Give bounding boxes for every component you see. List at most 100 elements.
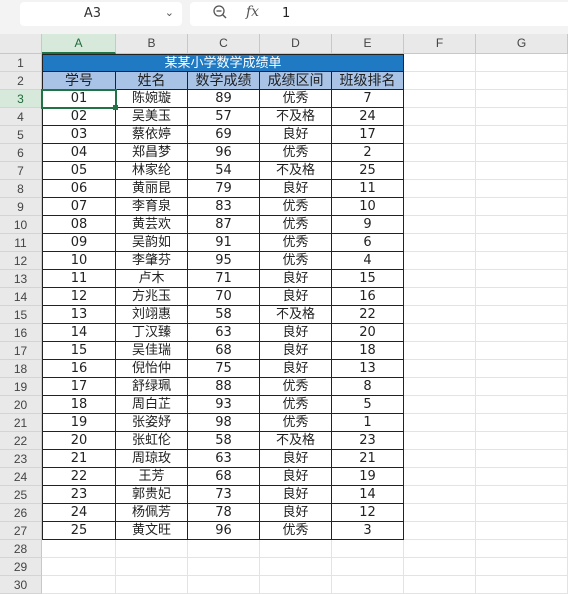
table-cell[interactable]: 优秀 [260, 522, 332, 540]
spreadsheet-grid[interactable]: A B C D E F G 1 2 3 4 5 6 7 8 9 10 11 12 13 14 15 16 17 18 19 20 21… [0, 34, 568, 594]
table-cell[interactable]: 良好 [260, 342, 332, 360]
table-cell[interactable]: 5 [332, 396, 404, 414]
column-title-cell[interactable]: 数学成绩 [188, 72, 260, 90]
table-cell[interactable]: 良好 [260, 180, 332, 198]
table-cell[interactable]: 58 [188, 306, 260, 324]
table-cell[interactable]: 96 [188, 522, 260, 540]
column-header-g[interactable]: G [476, 34, 568, 54]
table-cell[interactable]: 11 [332, 180, 404, 198]
table-cell[interactable]: 良好 [260, 324, 332, 342]
row-header-1[interactable]: 1 [0, 54, 42, 72]
row-header-18[interactable]: 18 [0, 360, 42, 378]
table-cell[interactable]: 张虹伦 [116, 432, 188, 450]
row-header-20[interactable]: 20 [0, 396, 42, 414]
table-cell[interactable]: 89 [188, 90, 260, 108]
table-cell[interactable]: 李育泉 [116, 198, 188, 216]
row-header-24[interactable]: 24 [0, 468, 42, 486]
table-cell[interactable]: 良好 [260, 504, 332, 522]
table-cell[interactable]: 丁汉臻 [116, 324, 188, 342]
table-cell[interactable]: 78 [188, 504, 260, 522]
table-cell[interactable]: 21 [42, 450, 116, 468]
table-cell[interactable]: 73 [188, 486, 260, 504]
table-cell[interactable]: 8 [332, 378, 404, 396]
column-header-b[interactable]: B [116, 34, 188, 54]
table-cell[interactable]: 25 [332, 162, 404, 180]
table-cell[interactable]: 周白芷 [116, 396, 188, 414]
table-cell[interactable]: 24 [332, 108, 404, 126]
table-cell[interactable]: 19 [42, 414, 116, 432]
table-cell[interactable]: 13 [42, 306, 116, 324]
row-header-28[interactable]: 28 [0, 540, 42, 558]
row-header-5[interactable]: 5 [0, 126, 42, 144]
column-header-a[interactable]: A [42, 34, 116, 54]
table-cell[interactable]: 68 [188, 468, 260, 486]
row-header-6[interactable]: 6 [0, 144, 42, 162]
row-header-8[interactable]: 8 [0, 180, 42, 198]
table-cell[interactable]: 倪怡仲 [116, 360, 188, 378]
table-cell[interactable]: 15 [332, 270, 404, 288]
table-cell[interactable]: 16 [332, 288, 404, 306]
table-cell[interactable]: 郑昌梦 [116, 144, 188, 162]
column-header-d[interactable]: D [260, 34, 332, 54]
table-cell[interactable]: 2 [332, 144, 404, 162]
row-header-10[interactable]: 10 [0, 216, 42, 234]
table-cell[interactable]: 吴美玉 [116, 108, 188, 126]
active-cell-selection[interactable] [41, 89, 117, 109]
row-header-27[interactable]: 27 [0, 522, 42, 540]
table-cell[interactable]: 25 [42, 522, 116, 540]
table-cell[interactable]: 22 [42, 468, 116, 486]
table-cell[interactable]: 71 [188, 270, 260, 288]
table-cell[interactable]: 10 [332, 198, 404, 216]
table-cell[interactable]: 陈婉璇 [116, 90, 188, 108]
table-cell[interactable]: 93 [188, 396, 260, 414]
table-cell[interactable]: 04 [42, 144, 116, 162]
table-cell[interactable]: 舒绿珮 [116, 378, 188, 396]
table-cell[interactable]: 57 [188, 108, 260, 126]
table-cell[interactable]: 14 [42, 324, 116, 342]
name-box[interactable]: A3 ⌄ [20, 2, 182, 26]
table-cell[interactable]: 卢木 [116, 270, 188, 288]
table-cell[interactable]: 林家纶 [116, 162, 188, 180]
select-all-corner[interactable] [0, 34, 42, 54]
row-header-12[interactable]: 12 [0, 252, 42, 270]
table-cell[interactable]: 优秀 [260, 378, 332, 396]
table-cell[interactable]: 良好 [260, 450, 332, 468]
table-cell[interactable]: 83 [188, 198, 260, 216]
column-title-cell[interactable]: 班级排名 [332, 72, 404, 90]
column-title-cell[interactable]: 姓名 [116, 72, 188, 90]
table-cell[interactable]: 6 [332, 234, 404, 252]
table-cell[interactable]: 20 [332, 324, 404, 342]
table-cell[interactable]: 杨佩芳 [116, 504, 188, 522]
table-cell[interactable]: 刘翊惠 [116, 306, 188, 324]
row-header-22[interactable]: 22 [0, 432, 42, 450]
table-cell[interactable]: 18 [332, 342, 404, 360]
table-cell[interactable]: 良好 [260, 288, 332, 306]
table-cell[interactable]: 优秀 [260, 396, 332, 414]
table-cell[interactable]: 58 [188, 432, 260, 450]
column-header-f[interactable]: F [404, 34, 476, 54]
table-cell[interactable]: 95 [188, 252, 260, 270]
table-cell[interactable]: 91 [188, 234, 260, 252]
table-cell[interactable]: 03 [42, 126, 116, 144]
table-cell[interactable]: 4 [332, 252, 404, 270]
table-cell[interactable]: 70 [188, 288, 260, 306]
formula-input-area[interactable]: fx 1 [190, 2, 568, 26]
fx-label[interactable]: fx [246, 4, 259, 20]
table-cell[interactable]: 不及格 [260, 432, 332, 450]
table-cell[interactable]: 王芳 [116, 468, 188, 486]
table-cell[interactable]: 7 [332, 90, 404, 108]
table-cell[interactable]: 16 [42, 360, 116, 378]
table-cell[interactable]: 优秀 [260, 198, 332, 216]
table-cell[interactable]: 18 [42, 396, 116, 414]
table-cell[interactable]: 14 [332, 486, 404, 504]
table-cell[interactable]: 07 [42, 198, 116, 216]
row-header-26[interactable]: 26 [0, 504, 42, 522]
row-header-23[interactable]: 23 [0, 450, 42, 468]
table-cell[interactable]: 优秀 [260, 90, 332, 108]
table-cell[interactable]: 63 [188, 324, 260, 342]
table-cell[interactable]: 方兆玉 [116, 288, 188, 306]
row-header-9[interactable]: 9 [0, 198, 42, 216]
row-header-13[interactable]: 13 [0, 270, 42, 288]
table-cell[interactable]: 98 [188, 414, 260, 432]
table-cell[interactable]: 优秀 [260, 414, 332, 432]
